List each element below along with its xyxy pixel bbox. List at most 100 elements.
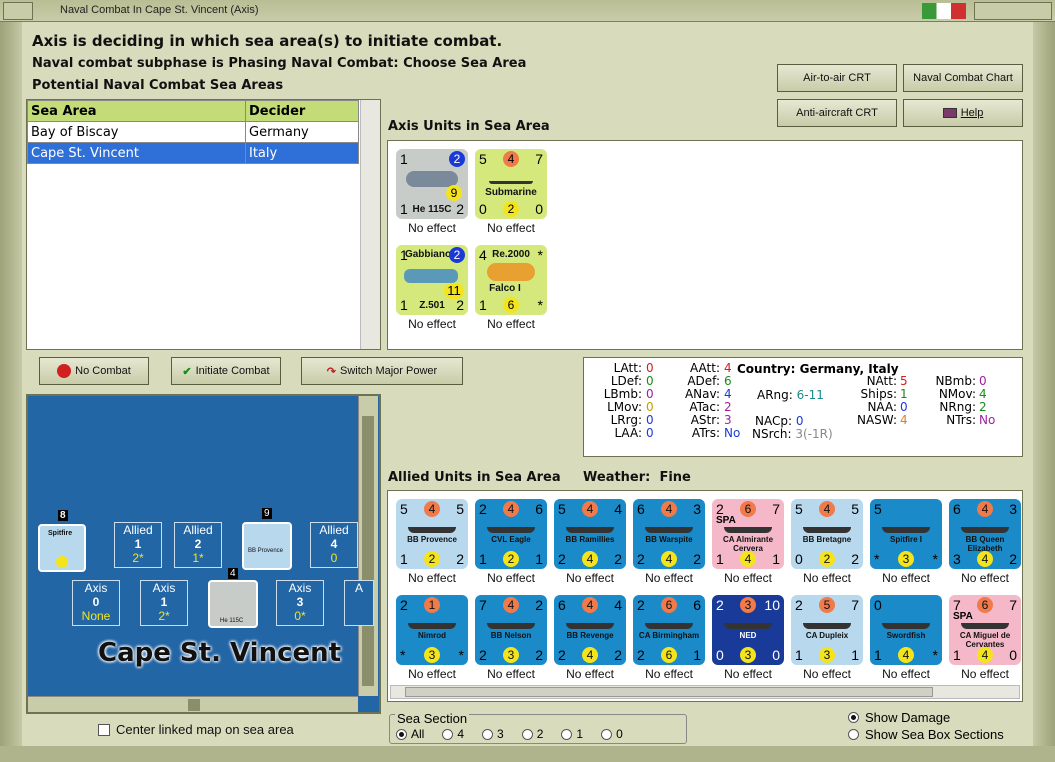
map-box-axis-0[interactable]: Axis 0 None (72, 580, 120, 626)
unit-stat: * (537, 247, 543, 263)
map-counter-bb-provence[interactable]: 9 BB Provence (242, 508, 292, 570)
map-box-axis-3[interactable]: Axis 3 0* (276, 580, 324, 626)
unit-stat: 2 (614, 647, 622, 663)
unit-stat: 2 (400, 597, 408, 613)
unit-stat: 5 (400, 501, 408, 517)
allied-units-label: Allied Units in Sea Area (388, 470, 561, 485)
allied-unit-counter[interactable]: 2 5 7 1 3 1 CA Dupleix (791, 595, 863, 665)
show-damage-radio[interactable]: Show Damage (848, 710, 950, 725)
map-scroll-thumb[interactable] (362, 416, 374, 686)
sea-section-radio-1[interactable]: 1 (561, 727, 583, 741)
unit-stat: 3 (693, 501, 701, 517)
unit-stat: 5 (874, 501, 882, 517)
no-combat-button[interactable]: No Combat (39, 357, 149, 385)
axis-units-panel: 1 2 9 1 He 115C 2 No effect 5 4 7 Submar… (387, 140, 1023, 350)
initiate-combat-button[interactable]: ✔ Initiate Combat (171, 357, 281, 385)
allied-unit-counter[interactable]: 6 4 3 2 4 2 BB Warspite (633, 499, 705, 569)
allied-unit-counter[interactable]: 7 4 2 2 3 2 BB Nelson (475, 595, 547, 665)
axis-unit-submarine[interactable]: 5 4 7 Submarine 0 2 0 (475, 149, 547, 219)
allied-unit-counter[interactable]: 5 4 5 1 2 2 BB Provence (396, 499, 468, 569)
axis-unit-falco[interactable]: 4 Re.2000 * Falco I 1 6 * (475, 245, 547, 315)
unit-stat: 4 (661, 551, 677, 567)
allied-unit-counter[interactable]: 2 6 7 1 4 1 SPA CA Almirante Cervera (712, 499, 784, 569)
map-box-allied-1[interactable]: Allied 1 2* (114, 522, 162, 568)
initiate-combat-label: Initiate Combat (195, 365, 270, 377)
sea-section-radio-2[interactable]: 2 (521, 727, 543, 741)
unit-stat: 1 (479, 551, 487, 567)
naval-chart-label: Naval Combat Chart (913, 72, 1013, 84)
unit-stat: * (932, 551, 938, 567)
stat-label: NACp: (755, 414, 793, 428)
stat-value: 0 (646, 426, 654, 440)
allied-unit-counter[interactable]: 2 3 10 0 3 0 NED (712, 595, 784, 665)
axis-unit-z501[interactable]: 1 Gabbiano 2 11 1 Z.501 2 (396, 245, 468, 315)
map-box-axis-partial[interactable]: A (344, 580, 374, 626)
unit-stat: 2 (456, 551, 464, 567)
sea-section-radio-0[interactable]: 0 (601, 727, 623, 741)
unit-stat: 2 (1009, 551, 1017, 567)
table-row[interactable]: Bay of Biscay Germany (27, 121, 359, 143)
anti-aircraft-crt-button[interactable]: Anti-aircraft CRT (777, 99, 897, 127)
map-box-axis-1[interactable]: Axis 1 2* (140, 580, 188, 626)
allied-unit-counter[interactable]: 5 4 5 0 2 2 BB Bretagne (791, 499, 863, 569)
allied-unit-counter[interactable]: 2 1 * 3 * Nimrod (396, 595, 468, 665)
sea-section-radio-3[interactable]: 3 (482, 727, 504, 741)
unit-stat: 3 (953, 551, 961, 567)
unit-stat: 2 (795, 597, 803, 613)
sea-section-radio-all[interactable]: All (396, 727, 424, 741)
allied-unit-counter[interactable]: 5 4 4 2 4 2 BB Ramillies (554, 499, 626, 569)
show-sections-radio[interactable]: Show Sea Box Sections (848, 727, 1004, 742)
allied-unit-counter[interactable]: 5 * 3 * Spitfire I (870, 499, 942, 569)
center-map-checkbox-row[interactable]: Center linked map on sea area (98, 722, 294, 737)
column-header-decider[interactable]: Decider (245, 100, 359, 122)
unit-stats-panel: LAtt: LDef: LBmb: LMov: LRrg: LAA: 000000 AAt… (583, 357, 1023, 457)
unit-stat: 4 (740, 551, 756, 567)
allied-unit-counter[interactable]: 0 1 4 * Swordfish (870, 595, 942, 665)
unit-stat: 10 (764, 597, 780, 613)
axis-unit-he115c[interactable]: 1 2 9 1 He 115C 2 (396, 149, 468, 219)
unit-effect: No effect (566, 571, 614, 585)
window-controls[interactable] (974, 2, 1052, 20)
column-header-sea-area[interactable]: Sea Area (27, 100, 246, 122)
unit-stat: 6 (661, 647, 677, 663)
warship-icon (882, 527, 930, 533)
window-frame-left (0, 22, 22, 762)
allied-units-scrollbar[interactable] (390, 685, 1020, 699)
unit-stat: 1 (851, 647, 859, 663)
unit-stat: 4 (977, 647, 993, 663)
naval-combat-chart-button[interactable]: Naval Combat Chart (903, 64, 1023, 92)
air-to-air-crt-button[interactable]: Air-to-air CRT (777, 64, 897, 92)
map-horizontal-scrollbar[interactable] (28, 696, 358, 712)
allied-unit-counter[interactable]: 6 4 3 3 4 2 BB Queen Elizabeth (949, 499, 1021, 569)
allied-unit-counter[interactable]: 6 4 4 2 4 2 BB Revenge (554, 595, 626, 665)
sea-area-map[interactable]: 8 Spitfire Allied 1 2* Allied 2 1* 9 BB Prov… (26, 394, 381, 714)
unit-name: Spitfire I (889, 535, 922, 544)
title-bar: Naval Combat In Cape St. Vincent (Axis) (0, 0, 1055, 22)
sea-section-radio-4[interactable]: 4 (442, 727, 464, 741)
system-menu-button[interactable] (3, 2, 33, 20)
map-box-allied-2[interactable]: Allied 2 1* (174, 522, 222, 568)
table-scrollbar[interactable] (360, 100, 380, 349)
map-hscroll-thumb[interactable] (188, 699, 200, 711)
switch-major-power-button[interactable]: ↷ Switch Major Power (301, 357, 463, 385)
map-counter-spitfire[interactable]: 8 Spitfire (38, 510, 86, 572)
help-button[interactable]: Help (903, 99, 1023, 127)
warship-icon (487, 623, 535, 629)
unit-stat: 2 (637, 551, 645, 567)
scrollbar-thumb[interactable] (405, 687, 933, 697)
unit-stat: 6 (661, 597, 677, 613)
unit-stat-circle: 9 (446, 185, 462, 201)
unit-stat: 1 (400, 551, 408, 567)
center-map-checkbox[interactable] (98, 723, 110, 736)
map-vertical-scrollbar[interactable] (358, 396, 378, 696)
warship-icon (961, 623, 1009, 629)
map-box-allied-4[interactable]: Allied 4 0 (310, 522, 358, 568)
allied-unit-counter[interactable]: 2 6 6 2 6 1 CA Birmingham (633, 595, 705, 665)
map-counter-he115c[interactable]: 4 He 115C (208, 568, 258, 628)
stat-value: 4 (900, 413, 908, 427)
unit-name: BB Queen Elizabeth (965, 535, 1005, 553)
table-row-selected[interactable]: Cape St. Vincent Italy (27, 142, 359, 164)
radio-label: 1 (576, 727, 584, 741)
allied-unit-counter[interactable]: 7 6 7 1 4 0 SPA CA Miguel de Cervantes (949, 595, 1021, 665)
allied-unit-counter[interactable]: 2 4 6 1 2 1 CVL Eagle (475, 499, 547, 569)
